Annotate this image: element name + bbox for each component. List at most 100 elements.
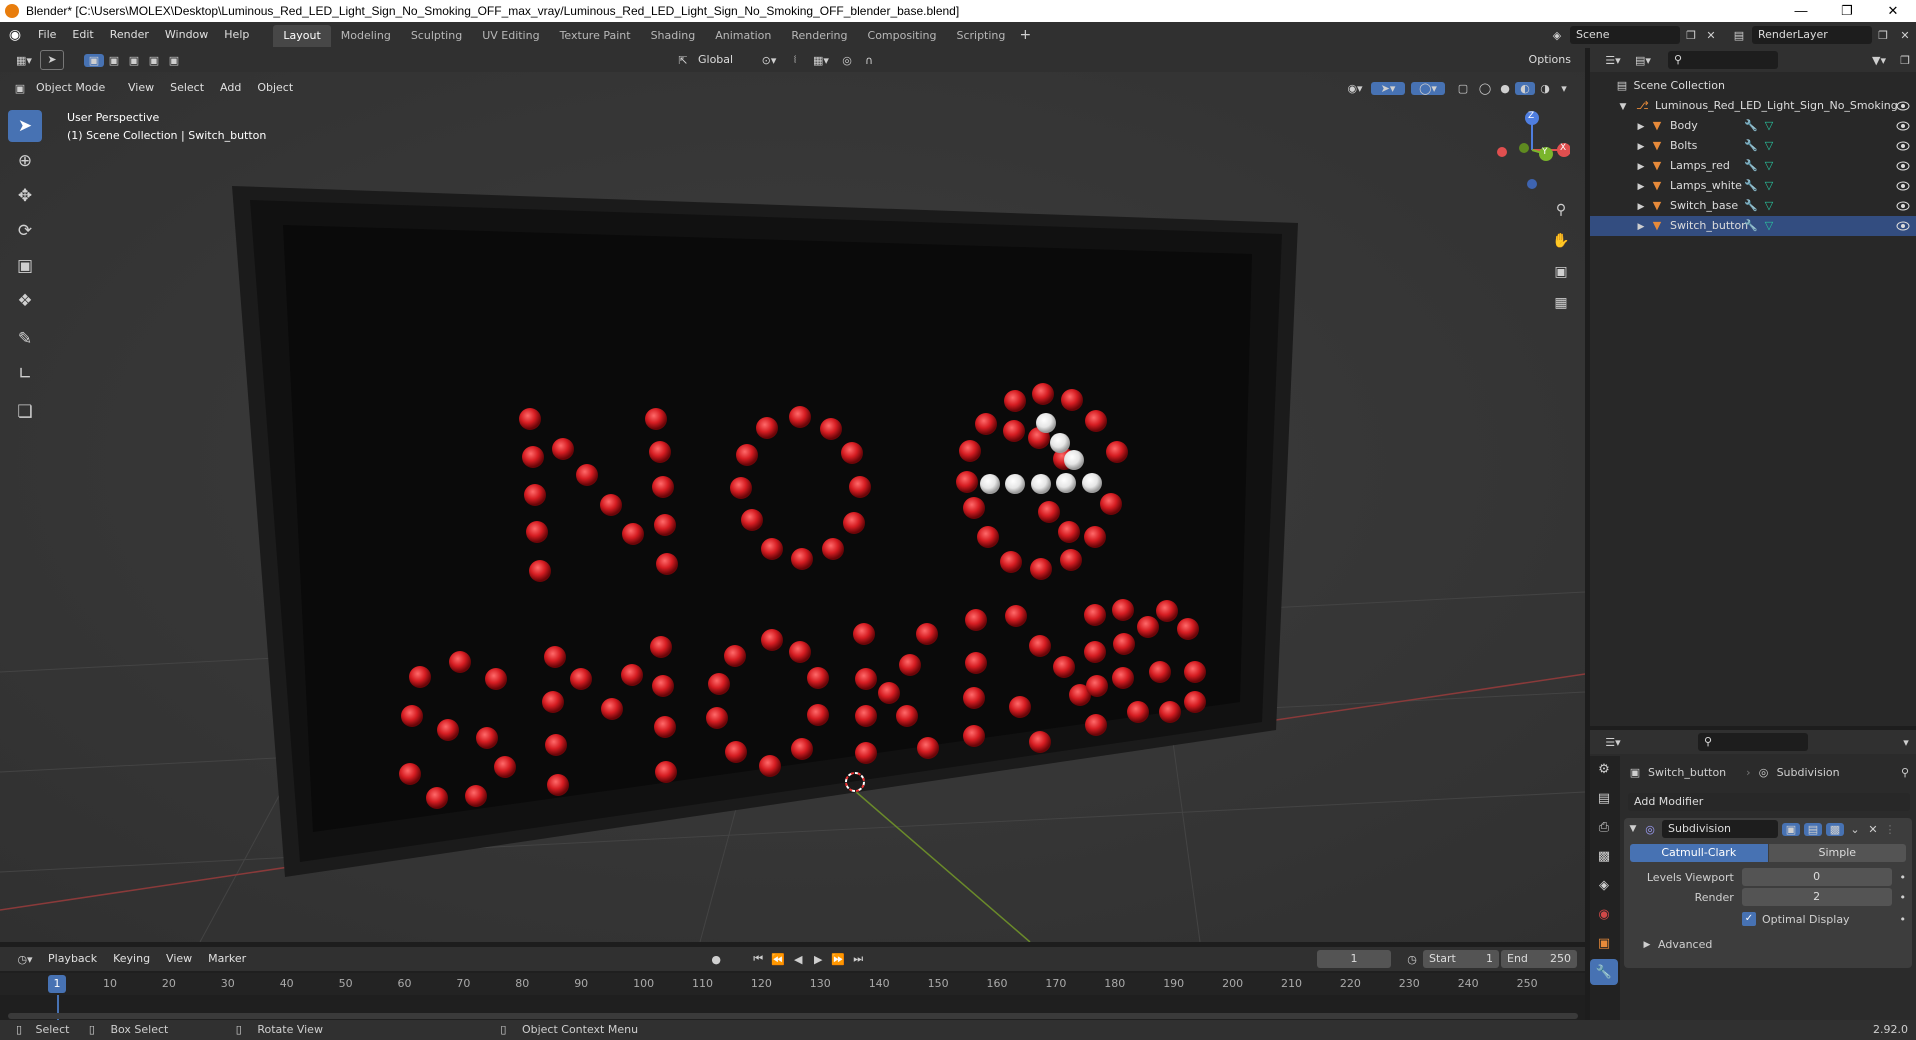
jump-start-icon[interactable]: ⏮: [748, 952, 768, 966]
timeline-editor-icon[interactable]: ◷▾: [10, 953, 40, 966]
eye-icon[interactable]: [1896, 119, 1910, 133]
pin-icon[interactable]: ⚲: [1898, 766, 1912, 779]
remove-modifier-icon[interactable]: ✕: [1866, 823, 1880, 836]
cursor-tool-icon[interactable]: ⊕: [8, 145, 42, 177]
scene-tab-icon[interactable]: ◈: [1590, 872, 1618, 898]
outliner-scene-collection[interactable]: ▤ Scene Collection: [1590, 76, 1916, 96]
tab-modeling[interactable]: Modeling: [331, 25, 401, 47]
select-mode-subtract-icon[interactable]: ▣: [124, 54, 144, 67]
perspective-toggle-icon[interactable]: ▦: [1548, 289, 1574, 317]
modifier-tab-icon[interactable]: 🔧: [1590, 959, 1618, 985]
preview-range-icon[interactable]: ◷: [1401, 953, 1423, 966]
menu-help[interactable]: Help: [216, 22, 257, 48]
tab-uv-editing[interactable]: UV Editing: [472, 25, 549, 47]
tab-shading[interactable]: Shading: [641, 25, 706, 47]
transform-tool-icon[interactable]: ❖: [8, 285, 42, 317]
render-tab-icon[interactable]: ▤: [1590, 785, 1618, 811]
eye-icon[interactable]: [1896, 199, 1910, 213]
expand-arrow-icon[interactable]: ▶: [1634, 117, 1648, 137]
filter-icon[interactable]: ▼▾: [1864, 54, 1894, 67]
next-keyframe-icon[interactable]: ⏩: [828, 953, 848, 966]
expand-advanced-icon[interactable]: ▶: [1642, 940, 1652, 950]
advanced-subpanel[interactable]: Advanced: [1658, 938, 1712, 951]
select-mode-extend-icon[interactable]: ▣: [104, 54, 124, 67]
render-toggle-icon[interactable]: ▩: [1826, 822, 1844, 836]
outliner-editor-icon[interactable]: ☰▾: [1598, 54, 1628, 67]
add-modifier-dropdown[interactable]: Add Modifier: [1628, 793, 1910, 811]
world-tab-icon[interactable]: ◉: [1590, 901, 1618, 927]
snap-icon[interactable]: ⧙: [784, 53, 806, 67]
outliner-item[interactable]: ▶ ▼ Lamps_white 🔧 ▽: [1590, 176, 1916, 196]
timeline-menu-view[interactable]: View: [158, 946, 200, 972]
3d-viewport[interactable]: [0, 72, 1585, 942]
camera-view-icon[interactable]: ▣: [1548, 258, 1574, 286]
move-tool-icon[interactable]: ✥: [8, 180, 42, 212]
viewport-menu-select[interactable]: Select: [162, 76, 212, 100]
remove-layer-icon[interactable]: ✕: [1894, 29, 1916, 42]
eye-icon[interactable]: [1896, 219, 1910, 233]
expand-arrow-icon[interactable]: ▶: [1634, 177, 1648, 197]
play-icon[interactable]: ▶: [808, 953, 828, 966]
blender-menu-icon[interactable]: ◉: [0, 27, 30, 43]
viewport-menu-view[interactable]: View: [120, 76, 162, 100]
remove-scene-icon[interactable]: ✕: [1702, 29, 1720, 42]
collapse-arrow-icon[interactable]: ▼: [1628, 824, 1638, 834]
properties-search-input[interactable]: ⚲: [1698, 733, 1808, 751]
record-icon[interactable]: ●: [704, 953, 728, 966]
timeline-scrollbar[interactable]: [8, 1013, 1578, 1019]
outliner-search-input[interactable]: ⚲: [1668, 51, 1778, 69]
tab-scripting[interactable]: Scripting: [946, 25, 1015, 47]
pan-hand-icon[interactable]: ✋: [1548, 227, 1574, 255]
edit-mode-toggle-icon[interactable]: ▣: [1782, 822, 1800, 836]
playhead[interactable]: 1: [48, 975, 66, 993]
close-icon[interactable]: ✕: [1870, 0, 1916, 22]
overlay-toggle-icon[interactable]: ◯▾: [1411, 81, 1445, 95]
optimal-display-checkbox[interactable]: ✓: [1742, 912, 1756, 926]
tab-rendering[interactable]: Rendering: [781, 25, 857, 47]
menu-edit[interactable]: Edit: [64, 22, 101, 48]
scene-icon[interactable]: ◈: [1544, 29, 1570, 42]
rendered-shading-icon[interactable]: ◑: [1535, 82, 1555, 95]
tab-animation[interactable]: Animation: [705, 25, 781, 47]
object-tab-icon[interactable]: ▣: [1590, 930, 1618, 956]
end-frame-field[interactable]: End 250: [1501, 950, 1577, 968]
current-frame-field[interactable]: 1: [1317, 950, 1391, 968]
catmull-clark-tab[interactable]: Catmull-Clark: [1630, 844, 1768, 862]
render-levels-field[interactable]: 2: [1741, 888, 1892, 906]
visibility-icon[interactable]: ◉▾: [1339, 82, 1371, 95]
eye-icon[interactable]: [1896, 159, 1910, 173]
snap-target-icon[interactable]: ▦▾: [806, 54, 836, 67]
output-tab-icon[interactable]: ⎙: [1590, 814, 1618, 840]
tool-tab-icon[interactable]: ⚙: [1590, 756, 1618, 782]
modifier-name-field[interactable]: Subdivision: [1662, 820, 1778, 838]
new-scene-icon[interactable]: ❐: [1680, 29, 1702, 42]
shading-options-icon[interactable]: ▾: [1555, 82, 1573, 95]
viewport-menu-add[interactable]: Add: [212, 76, 249, 100]
expand-arrow-icon[interactable]: ▶: [1634, 157, 1648, 177]
annotate-tool-icon[interactable]: ✎: [8, 323, 42, 355]
wireframe-shading-icon[interactable]: ◯: [1475, 82, 1495, 95]
modifier-menu-icon[interactable]: ⌄: [1848, 823, 1862, 836]
select-box-tool-icon[interactable]: ➤: [8, 110, 42, 142]
expand-arrow-icon[interactable]: ▶: [1634, 137, 1648, 157]
rotate-tool-icon[interactable]: ⟳: [8, 215, 42, 247]
options-dropdown[interactable]: Options: [1522, 51, 1577, 69]
keyframe-dot-icon[interactable]: •: [1900, 871, 1907, 884]
select-mode-invert-icon[interactable]: ▣: [144, 54, 164, 67]
play-reverse-icon[interactable]: ◀: [788, 953, 808, 966]
measure-tool-icon[interactable]: ∟: [8, 358, 42, 390]
add-workspace-icon[interactable]: +: [1015, 27, 1035, 43]
jump-end-icon[interactable]: ⏭: [848, 952, 868, 966]
new-collection-icon[interactable]: ❐: [1894, 54, 1916, 67]
mode-dropdown[interactable]: Object Mode: [30, 79, 120, 97]
gizmo-toggle-icon[interactable]: ➤▾: [1371, 81, 1405, 95]
scene-selector[interactable]: Scene: [1570, 26, 1680, 44]
scale-tool-icon[interactable]: ▣: [8, 250, 42, 282]
zoom-icon[interactable]: ⚲: [1548, 196, 1574, 224]
editor-type-icon[interactable]: ▦▾: [8, 54, 40, 67]
material-shading-icon[interactable]: ◐: [1515, 81, 1535, 95]
start-frame-field[interactable]: Start 1: [1423, 950, 1499, 968]
timeline-menu-playback[interactable]: Playback: [40, 946, 105, 972]
select-mode-intersect-icon[interactable]: ▣: [164, 54, 184, 67]
eye-icon[interactable]: [1896, 99, 1910, 113]
